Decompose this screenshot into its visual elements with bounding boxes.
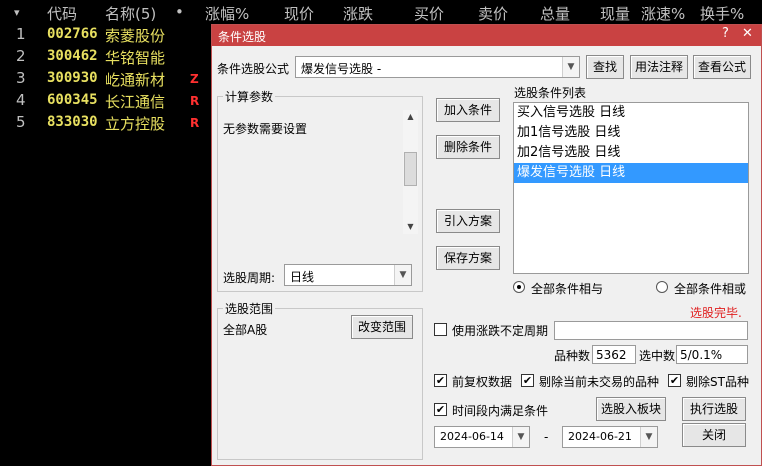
list-item[interactable]: 加1信号选股 日线 (514, 123, 748, 143)
stock-flag: Z (190, 72, 199, 86)
exclude-st-checkbox[interactable]: ✔ (668, 374, 681, 387)
radio-and-label[interactable]: 全部条件相与 (531, 280, 603, 297)
status-text: 选股完毕. (690, 306, 742, 320)
exclude-untraded-checkbox[interactable]: ✔ (521, 374, 534, 387)
list-item[interactable]: 买入信号选股 日线 (514, 103, 748, 123)
scroll-down-icon[interactable]: ▼ (403, 220, 418, 234)
list-item[interactable]: 加2信号选股 日线 (514, 143, 748, 163)
col-header-dot: • (175, 3, 184, 21)
col-header-bid[interactable]: 买价 (414, 3, 444, 24)
col-header-turnover[interactable]: 换手% (700, 3, 744, 24)
stock-code: 002766 (47, 26, 98, 42)
period-satisfy-label[interactable]: 时间段内满足条件 (452, 402, 548, 419)
col-header-price[interactable]: 现价 (284, 3, 314, 24)
params-text: 无参数需要设置 (223, 122, 308, 136)
conditions-list-label: 选股条件列表 (514, 86, 587, 100)
col-header-ask[interactable]: 卖价 (478, 3, 508, 24)
selected-value: 5/0.1% (680, 348, 723, 362)
stock-name: 华铭智能 (105, 49, 166, 67)
formula-select[interactable]: 爆发信号选股 - ▼ (295, 56, 580, 78)
stock-code: 300462 (47, 48, 98, 64)
stock-code: 600345 (47, 92, 98, 108)
save-scheme-button[interactable]: 保存方案 (436, 246, 500, 270)
stock-flag: R (190, 94, 200, 108)
uncertain-period-input[interactable] (554, 321, 748, 340)
params-scrollbar[interactable]: ▲ ▼ (403, 110, 418, 234)
chevron-down-icon[interactable]: ▼ (562, 57, 579, 77)
date-separator: - (544, 430, 549, 444)
grid-header: ▾ 代码 名称(5) • 涨幅% 现价 涨跌 买价 卖价 总量 现量 涨速% 换… (0, 0, 762, 24)
dialog-titlebar[interactable]: 条件选股 ? ✕ (212, 25, 761, 46)
col-header-name[interactable]: 名称(5) (105, 3, 156, 24)
dialog-title: 条件选股 (218, 30, 267, 44)
selected-field: 5/0.1% (676, 345, 748, 364)
import-scheme-button[interactable]: 引入方案 (436, 209, 500, 233)
row-index: 1 (16, 25, 26, 43)
close-icon[interactable]: ✕ (742, 26, 753, 41)
col-header-chg[interactable]: 涨跌 (343, 3, 373, 24)
uncertain-period-label[interactable]: 使用涨跌不定周期 (452, 322, 548, 339)
row-index: 2 (16, 47, 26, 65)
exclude-untraded-label[interactable]: 剔除当前未交易的品种 (539, 373, 659, 390)
execute-button[interactable]: 执行选股 (682, 397, 746, 421)
period-select[interactable]: 日线 ▼ (284, 264, 412, 286)
stock-name: 长江通信 (105, 93, 166, 111)
radio-or-label[interactable]: 全部条件相或 (674, 280, 746, 297)
stock-flag: R (190, 116, 200, 130)
add-condition-button[interactable]: 加入条件 (436, 98, 500, 122)
conditions-list[interactable]: 买入信号选股 日线 加1信号选股 日线 加2信号选股 日线 爆发信号选股 日线 (513, 102, 749, 274)
scroll-up-icon[interactable]: ▲ (403, 110, 418, 124)
radio-or[interactable] (656, 281, 668, 293)
count-field: 5362 (592, 345, 636, 364)
uncertain-period-checkbox[interactable] (434, 323, 447, 336)
condition-select-dialog: 条件选股 ? ✕ 条件选股公式 爆发信号选股 - ▼ 查找 用法注释 查看公式 … (211, 24, 762, 466)
view-formula-button[interactable]: 查看公式 (693, 55, 751, 79)
range-group-title: 选股范围 (223, 300, 276, 317)
col-header-code[interactable]: 代码 (47, 3, 77, 24)
exclude-st-label[interactable]: 剔除ST品种 (686, 373, 749, 390)
formula-value: 爆发信号选股 - (301, 62, 382, 76)
col-header-vol[interactable]: 总量 (540, 3, 570, 24)
fq-data-checkbox[interactable]: ✔ (434, 374, 447, 387)
col-header-cur-vol[interactable]: 现量 (600, 3, 630, 24)
selected-label: 选中数 (639, 349, 676, 363)
range-value: 全部A股 (223, 323, 268, 337)
row-index: 5 (16, 113, 26, 131)
chevron-down-icon[interactable]: ▼ (640, 427, 657, 447)
count-label: 品种数 (554, 349, 591, 363)
row-index: 3 (16, 69, 26, 87)
col-header-speed[interactable]: 涨速% (641, 3, 685, 24)
stock-code: 300930 (47, 70, 98, 86)
stock-name: 索菱股份 (105, 27, 166, 45)
row-index: 4 (16, 91, 26, 109)
scroll-thumb[interactable] (404, 152, 417, 186)
count-value: 5362 (596, 348, 627, 362)
params-group-title: 计算参数 (223, 88, 276, 105)
stock-name: 屹通新材 (105, 71, 166, 89)
radio-and[interactable] (513, 281, 525, 293)
date-from-picker[interactable]: 2024-06-14 ▼ (434, 426, 530, 448)
stock-name: 立方控股 (105, 115, 166, 133)
help-icon[interactable]: ? (722, 26, 729, 41)
col-header-chg-pct[interactable]: 涨幅% (205, 3, 249, 24)
change-range-button[interactable]: 改变范围 (351, 315, 413, 339)
to-block-button[interactable]: 选股入板块 (596, 397, 666, 421)
chevron-down-icon[interactable]: ▼ (512, 427, 529, 447)
period-value: 日线 (290, 270, 315, 284)
find-button[interactable]: 查找 (586, 55, 624, 79)
date-from-value: 2024-06-14 (440, 430, 504, 443)
delete-condition-button[interactable]: 删除条件 (436, 135, 500, 159)
grid-menu-icon[interactable]: ▾ (14, 6, 20, 19)
formula-label: 条件选股公式 (217, 62, 290, 76)
chevron-down-icon[interactable]: ▼ (394, 265, 411, 285)
usage-notes-button[interactable]: 用法注释 (630, 55, 688, 79)
close-button[interactable]: 关闭 (682, 423, 746, 447)
fq-data-label[interactable]: 前复权数据 (452, 373, 512, 390)
period-satisfy-checkbox[interactable]: ✔ (434, 403, 447, 416)
date-to-picker[interactable]: 2024-06-21 ▼ (562, 426, 658, 448)
list-item-selected[interactable]: 爆发信号选股 日线 (514, 163, 748, 183)
date-to-value: 2024-06-21 (568, 430, 632, 443)
period-label: 选股周期: (223, 271, 276, 285)
stock-code: 833030 (47, 114, 98, 130)
